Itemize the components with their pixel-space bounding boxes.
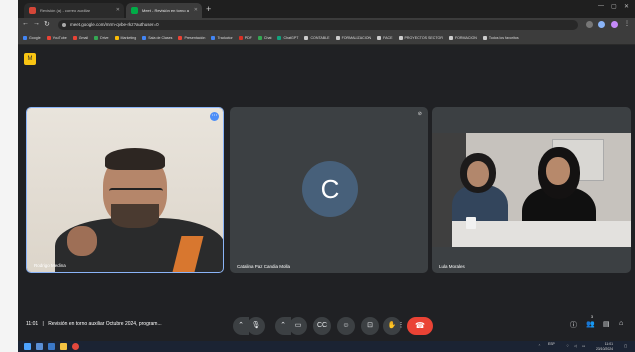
bookmark-item[interactable]: Google: [23, 32, 41, 44]
bookmark-item[interactable]: YouTube: [46, 32, 67, 44]
minimize-icon[interactable]: —: [598, 3, 604, 9]
bookmark-item[interactable]: Traductor: [211, 32, 233, 44]
all-bookmarks[interactable]: Todos los favoritos: [482, 32, 519, 44]
url-field[interactable]: meet.google.com/mrm-qvbe-rkz?authuser=0: [58, 20, 578, 30]
participant-count: 3: [591, 315, 593, 319]
chat-icon[interactable]: ▤: [603, 320, 610, 328]
extensions-icon[interactable]: [586, 21, 593, 28]
bookmark-item[interactable]: Chat: [257, 32, 271, 44]
bookmark-folder[interactable]: FORMACION: [448, 32, 477, 44]
bookmark-item[interactable]: PDF: [238, 32, 252, 44]
participant-video: [432, 133, 631, 247]
tray-chevron-icon[interactable]: ⌃: [538, 344, 541, 349]
emoji-icon[interactable]: ☺: [337, 317, 355, 335]
bookmark-folder[interactable]: FORMALIZACION: [335, 32, 371, 44]
bookmarks-bar: Google YouTube Gmail Drive Marketing Sal…: [18, 32, 635, 45]
speaking-indicator-icon: ⋯: [210, 112, 219, 121]
participant-name: Lula Morales: [439, 264, 465, 269]
windows-taskbar: ⌃ ESP ⌔ ◁ ▭ 11:01 23/10/2024 ▢: [18, 341, 635, 352]
tab-label: Meet - Revisión en torno a: [142, 8, 189, 13]
bookmark-folder[interactable]: FACE: [377, 32, 393, 44]
bookmark-folder[interactable]: PROYECTOS SECTOR: [398, 32, 443, 44]
info-separator: |: [42, 321, 44, 327]
system-clock[interactable]: 11:01 23/10/2024: [596, 342, 613, 351]
participant-tile[interactable]: Lula Morales: [432, 107, 631, 273]
gmail-favicon-icon: [29, 7, 36, 14]
close-window-icon[interactable]: ✕: [624, 3, 629, 10]
bookmark-star-icon[interactable]: [598, 21, 605, 28]
volume-icon[interactable]: ◁: [574, 344, 577, 349]
browser-menu-icon[interactable]: ⋮: [624, 20, 630, 27]
muted-mic-icon: ⊘: [417, 111, 422, 117]
present-icon[interactable]: ⊡: [361, 317, 379, 335]
left-margin: [0, 0, 19, 352]
maximize-icon[interactable]: ▢: [611, 3, 617, 10]
bookmark-item[interactable]: Marketing: [114, 32, 136, 44]
browser-tab-strip: Revisión (a) - correo auxiliar ✕ Meet - …: [18, 0, 635, 18]
bookmark-item[interactable]: ChatGPT: [277, 32, 298, 44]
search-icon[interactable]: [36, 343, 43, 350]
file-explorer-icon[interactable]: [60, 343, 67, 350]
bookmark-folder[interactable]: CONTABLE: [304, 32, 330, 44]
people-icon[interactable]: 👥: [586, 320, 595, 328]
meeting-info: 11:01 | Revisión en torno auxiliar Octub…: [26, 321, 162, 327]
participant-avatar: C: [302, 161, 358, 217]
meeting-clock: 11:01: [26, 321, 39, 327]
bookmark-item[interactable]: Presentación: [178, 32, 205, 44]
activities-icon[interactable]: ⌂: [619, 320, 623, 327]
participant-tile[interactable]: ⊘ C Catalina Paz Candia Molla: [230, 107, 428, 273]
meet-stage: M ⋯ Rodrigo Medina ⊘ C Catalina Paz Cand…: [18, 45, 635, 341]
new-tab-icon[interactable]: +: [206, 3, 211, 16]
address-bar-row: ← → ↻ meet.google.com/mrm-qvbe-rkz?authu…: [18, 18, 635, 32]
meeting-info-icon[interactable]: ⓘ: [570, 320, 577, 330]
bookmark-item[interactable]: Gmail: [72, 32, 88, 44]
language-indicator[interactable]: ESP: [548, 342, 555, 347]
site-info-icon[interactable]: [62, 23, 66, 27]
task-view-icon[interactable]: [48, 343, 55, 350]
close-tab-icon[interactable]: ✕: [116, 3, 120, 18]
reload-icon[interactable]: ↻: [44, 20, 50, 28]
back-icon[interactable]: ←: [22, 20, 29, 27]
tab-label: Revisión (a) - correo auxiliar: [40, 8, 91, 13]
bookmark-item[interactable]: Sala de Clases: [142, 32, 172, 44]
more-options-icon[interactable]: ⋮: [396, 317, 406, 335]
profile-avatar-icon[interactable]: [611, 21, 618, 28]
forward-icon[interactable]: →: [33, 20, 40, 27]
participant-tile[interactable]: ⋯ Rodrigo Medina: [26, 107, 224, 273]
close-tab-icon[interactable]: ✕: [194, 3, 198, 18]
wifi-icon[interactable]: ⌔: [566, 344, 569, 349]
bookmark-item[interactable]: Drive: [94, 32, 109, 44]
meeting-title: Revisión en torno auxiliar Octubre 2024,…: [48, 321, 162, 327]
screen: Revisión (a) - correo auxiliar ✕ Meet - …: [18, 0, 635, 352]
start-menu-icon[interactable]: [24, 343, 31, 350]
clock-time: 11:01: [604, 342, 613, 346]
meet-favicon-icon: [131, 7, 138, 14]
participant-name: Catalina Paz Candia Molla: [237, 264, 291, 269]
notification-icon[interactable]: ▢: [624, 344, 627, 349]
browser-tab-meet[interactable]: Meet - Revisión en torno a ✕: [126, 3, 202, 18]
clock-date: 23/10/2024: [596, 346, 613, 351]
meeting-controls-bar: 11:01 | Revisión en torno auxiliar Octub…: [18, 311, 635, 341]
participant-name: Rodrigo Medina: [34, 263, 66, 268]
captions-icon[interactable]: CC: [313, 317, 331, 335]
camera-icon[interactable]: ▭: [289, 317, 307, 335]
battery-icon[interactable]: ▭: [582, 344, 585, 349]
url-text: meet.google.com/mrm-qvbe-rkz?authuser=0: [70, 22, 159, 27]
participant-video: [27, 108, 223, 272]
meet-logo-icon: M: [24, 53, 36, 65]
browser-tab-revision[interactable]: Revisión (a) - correo auxiliar ✕: [24, 3, 124, 18]
chrome-icon[interactable]: [72, 343, 79, 350]
mic-icon[interactable]: 🎙: [247, 317, 265, 335]
end-call-button[interactable]: ☎: [407, 317, 433, 335]
